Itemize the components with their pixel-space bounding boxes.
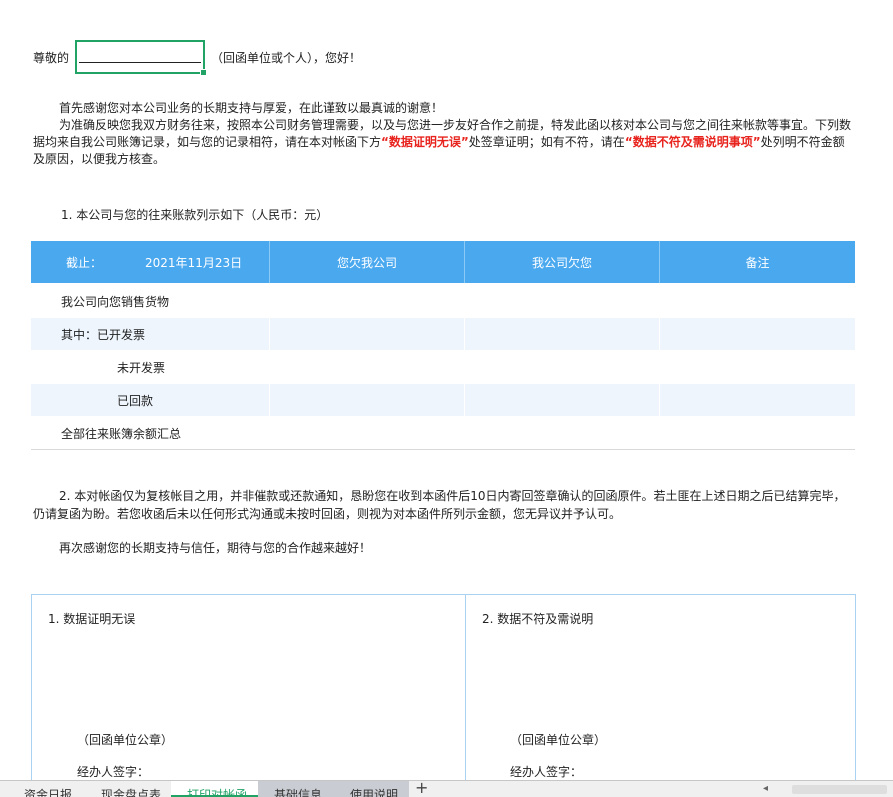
highlight-no-error: “数据证明无误”	[381, 135, 469, 149]
greeting-prefix: 尊敬的	[33, 51, 70, 65]
confirm-seal-label: （回函单位公章）	[77, 733, 174, 747]
intro-body-b: 处签章证明；如有不符，请在	[468, 135, 625, 149]
mismatch-signer-label: 经办人签字：	[510, 765, 583, 779]
header-owed-to-us: 您欠我公司	[270, 241, 465, 283]
row-label: 全部往来账簿余额汇总	[61, 426, 182, 441]
confirm-title: 1. 数据证明无误	[48, 612, 136, 626]
header-remarks: 备注	[745, 255, 770, 270]
header-cutoff: 截止： 2021年11月23日	[31, 241, 270, 283]
table-row: 未开发票	[31, 351, 855, 384]
owed-to-us-cell[interactable]	[270, 384, 465, 416]
we-owe-cell[interactable]	[465, 384, 660, 416]
horizontal-scrollbar[interactable]	[792, 785, 887, 794]
tab-instructions[interactable]: 使用说明	[336, 781, 409, 797]
spreadsheet-grid[interactable]: 尊敬的 （回函单位或个人），您好！ 首先感谢您对本公司业务的长期支持与厚爱，在此…	[0, 0, 893, 780]
balance-table-body: 我公司向您销售货物 其中：已开发票 未开发票 已回款 全部往来账簿余额汇总	[31, 285, 855, 450]
tab-cash-count[interactable]: 现金盘点表	[87, 781, 171, 797]
mismatch-seal-label: （回函单位公章）	[510, 733, 607, 747]
highlight-mismatch: “数据不符及需说明事项”	[624, 135, 761, 149]
cutoff-label: 截止：	[66, 255, 103, 270]
row-label-cell[interactable]: 已回款	[31, 384, 270, 416]
balance-table-header: 截止： 2021年11月23日 您欠我公司 我公司欠您 备注	[31, 241, 855, 283]
remarks-cell[interactable]	[660, 318, 855, 350]
closing-thanks: 再次感谢您的长期支持与信任，期待与您的合作越来越好！	[59, 541, 372, 555]
row-label: 我公司向您销售货物	[61, 294, 170, 309]
owed-to-us-cell[interactable]	[270, 285, 465, 317]
intro-text: 首先感谢您对本公司业务的长期支持与厚爱，在此谨致以最真诚的谢意！ 为准确反映您我…	[33, 100, 855, 168]
row-label-cell[interactable]: 其中：已开发票	[31, 318, 270, 350]
cutoff-date: 2021年11月23日	[145, 255, 243, 270]
row-label-cell[interactable]: 我公司向您销售货物	[31, 285, 270, 317]
we-owe-cell[interactable]	[465, 318, 660, 350]
mismatch-box[interactable]: 2. 数据不符及需说明 （回函单位公章） 经办人签字：	[465, 594, 856, 780]
remarks-cell[interactable]	[660, 417, 855, 449]
intro-body: 为准确反映您我双方财务往来，按照本公司财务管理需要，以及与您进一步友好合作之前提…	[33, 117, 855, 168]
sheet-tab-bar: 资金日报 现金盘点表 打印对帐函 基础信息 使用说明 + ◂	[0, 780, 893, 797]
we-owe-cell[interactable]	[465, 351, 660, 383]
row-label: 未开发票	[117, 360, 166, 375]
table-row: 已回款	[31, 384, 855, 417]
section2-text: 2. 本对帐函仅为复核帐目之用，并非催款或还款通知，恳盼您在收到本函件后10日内…	[33, 489, 846, 521]
row-label: 已回款	[117, 393, 154, 408]
recipient-underline	[79, 62, 201, 63]
header-we-owe: 我公司欠您	[465, 241, 660, 283]
add-sheet-icon[interactable]: +	[415, 781, 428, 797]
section1-title: 1. 本公司与您的往来账款列示如下（人民币：元）	[61, 208, 329, 222]
owed-to-us-cell[interactable]	[270, 351, 465, 383]
tab-cash-daily[interactable]: 资金日报	[0, 781, 87, 797]
mismatch-title: 2. 数据不符及需说明	[482, 612, 594, 626]
fill-handle[interactable]	[200, 69, 207, 76]
owed-to-us-cell[interactable]	[270, 318, 465, 350]
tab-basic-info[interactable]: 基础信息	[258, 781, 336, 797]
row-label-cell[interactable]: 全部往来账簿余额汇总	[31, 417, 270, 449]
remarks-cell[interactable]	[660, 384, 855, 416]
remarks-cell[interactable]	[660, 351, 855, 383]
we-owe-cell[interactable]	[465, 285, 660, 317]
tab-print-statement[interactable]: 打印对帐函	[171, 781, 258, 797]
greeting-suffix: （回函单位或个人），您好！	[211, 51, 362, 65]
scroll-left-icon[interactable]: ◂	[763, 783, 768, 794]
table-row: 全部往来账簿余额汇总	[31, 417, 855, 450]
confirm-box[interactable]: 1. 数据证明无误 （回函单位公章） 经办人签字：	[31, 594, 466, 780]
table-row: 其中：已开发票	[31, 318, 855, 351]
row-label: 其中：已开发票	[61, 327, 146, 342]
confirm-signer-label: 经办人签字：	[77, 765, 150, 779]
owed-to-us-cell[interactable]	[270, 417, 465, 449]
remarks-cell[interactable]	[660, 285, 855, 317]
row-label-cell[interactable]: 未开发票	[31, 351, 270, 383]
we-owe-cell[interactable]	[465, 417, 660, 449]
intro-thanks: 首先感谢您对本公司业务的长期支持与厚爱，在此谨致以最真诚的谢意！	[59, 101, 444, 115]
recipient-input-cell[interactable]	[75, 40, 207, 76]
table-row: 我公司向您销售货物	[31, 285, 855, 318]
